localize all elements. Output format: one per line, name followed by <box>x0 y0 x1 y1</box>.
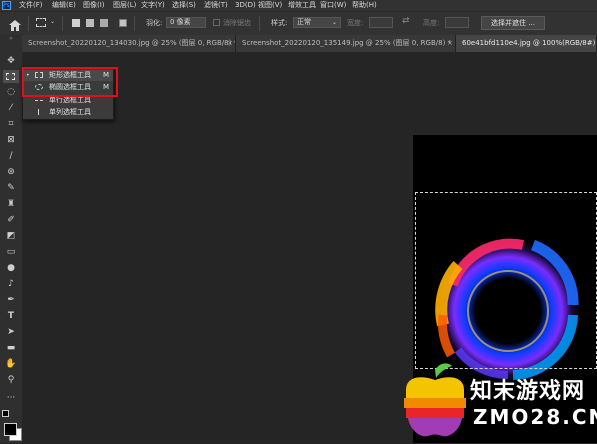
tool-preset-icon[interactable] <box>36 18 46 27</box>
height-input[interactable] <box>445 17 469 28</box>
menu-type[interactable]: 文字(Y) <box>141 0 165 11</box>
menu-select[interactable]: 选择(S) <box>172 0 196 11</box>
menu-plugins[interactable]: 增效工具 <box>288 0 316 11</box>
blur-tool-icon[interactable]: ● <box>3 262 19 275</box>
tab-label: Screenshot_20220120_134030.jpg @ 25% (图层… <box>28 39 236 47</box>
menu-image[interactable]: 图像(I) <box>83 0 105 11</box>
photoshop-logo-icon: Ps <box>2 1 11 10</box>
flyout-item-label: 单列选框工具 <box>49 108 91 116</box>
menu-3d[interactable]: 3D(D) <box>235 0 256 11</box>
marquee-tool-icon[interactable] <box>3 70 19 83</box>
brush-tool-icon[interactable]: ✎ <box>3 182 19 195</box>
frame-tool-icon[interactable]: ⊠ <box>3 134 19 147</box>
antialias-checkbox[interactable] <box>213 19 220 26</box>
document-tab-bar: Screenshot_20220120_134030.jpg @ 25% (图层… <box>22 35 597 52</box>
single-row-marquee-icon <box>35 100 43 101</box>
spot-healing-tool-icon[interactable]: ⊛ <box>3 166 19 179</box>
watermark-title: 知末游戏网 <box>470 379 586 404</box>
style-select-value: 正常 <box>297 18 311 26</box>
width-input[interactable] <box>369 17 393 28</box>
select-and-mask-button[interactable]: 选择并遮住 ... <box>481 16 545 30</box>
tab-document-2[interactable]: Screenshot_20220120_135149.jpg @ 25% (图层… <box>236 35 456 52</box>
options-separator <box>28 16 29 31</box>
zoom-tool-icon[interactable]: ⚲ <box>3 374 19 387</box>
annotation-highlight-box <box>22 67 118 97</box>
flyout-item-single-column-marquee[interactable]: 单列选框工具 <box>23 107 113 118</box>
close-icon[interactable]: × <box>227 35 233 52</box>
more-tools-icon[interactable]: ··· <box>3 392 19 405</box>
swap-icon[interactable]: ⇄ <box>402 16 410 26</box>
dodge-tool-icon[interactable]: ♪ <box>3 278 19 291</box>
menu-help[interactable]: 帮助(H) <box>352 0 377 11</box>
close-icon[interactable]: × <box>447 35 453 52</box>
tab-label: Screenshot_20220120_135149.jpg @ 25% (图层… <box>242 39 452 47</box>
pen-tool-icon[interactable]: ✒ <box>3 294 19 307</box>
crop-tool-icon[interactable]: ⌗ <box>3 118 19 131</box>
height-label: 高度: <box>423 19 440 27</box>
move-tool-icon[interactable]: ✥ <box>3 55 19 68</box>
menu-file[interactable]: 文件(F) <box>19 0 43 11</box>
menu-window[interactable]: 窗口(W) <box>320 0 346 11</box>
toolbar: » ✥ ◌ ⁄ ⌗ ⊠ ∕ ⊛ ✎ ♜ ✐ ◩ ▭ ● ♪ ✒ T ➤ ▬ ✋ … <box>0 34 23 443</box>
style-label: 样式: <box>271 19 288 27</box>
type-tool-icon[interactable]: T <box>3 310 19 323</box>
watermark-url: ZMO28.CN <box>473 405 597 429</box>
chevron-down-icon[interactable]: ⌄ <box>50 17 55 27</box>
history-brush-tool-icon[interactable]: ✐ <box>3 214 19 227</box>
antialias-label: 消除锯齿 <box>223 19 251 27</box>
menu-filter[interactable]: 滤镜(T) <box>204 0 228 11</box>
menu-bar: Ps 文件(F) 编辑(E) 图像(I) 图层(L) 文字(Y) 选择(S) 滤… <box>0 0 597 11</box>
gradient-tool-icon[interactable]: ▭ <box>3 246 19 259</box>
menu-edit[interactable]: 编辑(E) <box>52 0 76 11</box>
eraser-tool-icon[interactable]: ◩ <box>3 230 19 243</box>
single-column-marquee-icon <box>38 109 39 115</box>
home-icon[interactable] <box>8 17 22 31</box>
lasso-tool-icon[interactable]: ◌ <box>3 86 19 99</box>
feather-input[interactable]: 0 像素 <box>166 17 206 28</box>
tab-document-3[interactable]: 60e41bfd110e4.jpg @ 100%(RGB/8#) * <box>456 35 597 52</box>
subtract-selection-icon[interactable] <box>100 19 108 27</box>
tab-label: 60e41bfd110e4.jpg @ 100%(RGB/8#) * <box>462 39 597 47</box>
default-colors-icon[interactable] <box>2 410 10 418</box>
magic-wand-tool-icon[interactable]: ⁄ <box>3 102 19 115</box>
clone-stamp-tool-icon[interactable]: ♜ <box>3 198 19 211</box>
menu-layer[interactable]: 图层(L) <box>113 0 136 11</box>
intersect-selection-icon[interactable] <box>119 19 127 27</box>
eyedropper-tool-icon[interactable]: ∕ <box>3 150 19 163</box>
selection-marquee[interactable] <box>415 192 597 369</box>
path-selection-tool-icon[interactable]: ➤ <box>3 326 19 339</box>
watermark-logo-icon <box>398 360 472 440</box>
rectangle-tool-icon[interactable]: ▬ <box>3 342 19 355</box>
menu-view[interactable]: 视图(V) <box>258 0 282 11</box>
style-select[interactable]: 正常 ⌄ <box>293 17 341 28</box>
hand-tool-icon[interactable]: ✋ <box>3 358 19 371</box>
width-label: 宽度: <box>347 19 364 27</box>
feather-label: 羽化: <box>146 19 163 27</box>
chevron-down-icon: ⌄ <box>331 19 337 26</box>
options-separator <box>62 16 63 31</box>
collapse-toolbar-icon[interactable]: » <box>3 36 19 42</box>
options-bar: ⌄ 羽化: 0 像素 消除锯齿 样式: 正常 ⌄ 宽度: ⇄ 高度: 选择并遮住… <box>0 11 597 35</box>
options-separator <box>259 16 260 31</box>
foreground-color-swatch[interactable] <box>4 423 17 436</box>
tab-document-1[interactable]: Screenshot_20220120_134030.jpg @ 25% (图层… <box>22 35 236 52</box>
add-selection-icon[interactable] <box>86 19 94 27</box>
new-selection-icon[interactable] <box>72 19 80 27</box>
options-separator <box>134 16 135 31</box>
